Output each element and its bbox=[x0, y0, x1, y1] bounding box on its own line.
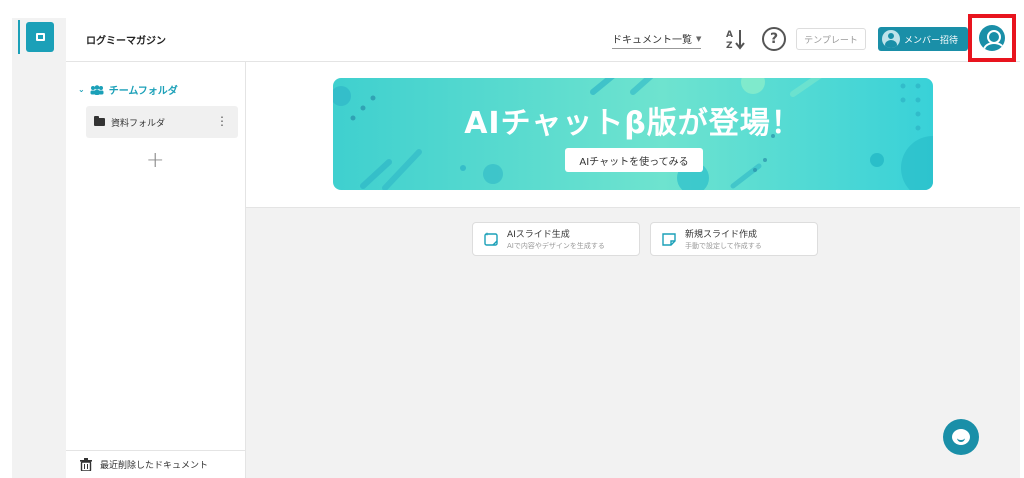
new-slide-title: 新規スライド作成 bbox=[685, 230, 758, 240]
ai-slide-icon bbox=[484, 232, 498, 246]
top-bar: ログミーマガジン ドキュメント一覧 ▼ A Z ? テンプレート メンバー招待 bbox=[66, 14, 1020, 62]
help-icon[interactable]: ? bbox=[762, 27, 786, 51]
member-icon bbox=[882, 30, 900, 48]
new-slide-icon bbox=[662, 233, 676, 246]
trash-link[interactable]: 最近削除したドキュメント bbox=[66, 450, 245, 478]
svg-text:Z: Z bbox=[726, 41, 733, 51]
trash-icon bbox=[80, 458, 92, 471]
chat-icon bbox=[952, 429, 970, 445]
invite-member-label: メンバー招待 bbox=[904, 35, 959, 46]
document-view-label: ドキュメント一覧 bbox=[612, 35, 692, 46]
left-rail bbox=[12, 18, 66, 478]
trash-label: 最近削除したドキュメント bbox=[100, 461, 209, 471]
banner-title: AIチャットβ版が登場！ bbox=[464, 106, 802, 141]
workspace-icon bbox=[35, 33, 45, 41]
ai-slide-subtitle: AIで内容やデザインを生成する bbox=[507, 242, 605, 250]
ai-slide-title: AIスライド生成 bbox=[507, 230, 570, 240]
try-ai-chat-button[interactable]: AIチャットを使ってみる bbox=[565, 148, 703, 172]
banner-area: AIチャットβ版が登場！ AIチャットを使ってみる bbox=[246, 62, 1020, 208]
workspace-logo-button[interactable] bbox=[26, 22, 54, 52]
chevron-down-icon: ⌄ bbox=[78, 85, 85, 94]
more-options-icon[interactable]: ⋮ bbox=[216, 115, 228, 127]
team-folder-label: チームフォルダ bbox=[108, 86, 178, 97]
sidebar: ⌄ チームフォルダ 資料フォルダ ⋮ + 最近削除したドキュメント bbox=[66, 62, 246, 478]
account-highlight bbox=[968, 14, 1016, 62]
svg-text:A: A bbox=[726, 30, 733, 40]
main-content: AIチャットβ版が登場！ AIチャットを使ってみる AIスライド生成 AIで内容… bbox=[246, 62, 1020, 478]
template-button[interactable]: テンプレート bbox=[796, 28, 866, 50]
caret-down-icon: ▼ bbox=[696, 34, 702, 43]
invite-member-button[interactable]: メンバー招待 bbox=[878, 27, 968, 51]
sidebar-item-folder[interactable]: 資料フォルダ ⋮ bbox=[86, 106, 238, 138]
account-avatar-icon[interactable] bbox=[979, 25, 1005, 51]
add-folder-button[interactable]: + bbox=[146, 148, 164, 173]
workspace-title: ログミーマガジン bbox=[86, 36, 166, 47]
team-icon bbox=[90, 84, 104, 95]
document-view-select[interactable]: ドキュメント一覧 ▼ bbox=[612, 31, 702, 49]
chat-support-button[interactable] bbox=[943, 419, 979, 455]
sort-az-icon[interactable]: A Z bbox=[724, 27, 746, 51]
rail-indicator bbox=[18, 20, 20, 54]
ai-slide-generate-card[interactable]: AIスライド生成 AIで内容やデザインを生成する bbox=[472, 222, 640, 256]
new-slide-subtitle: 手動で設定して作成する bbox=[685, 242, 762, 250]
app-frame: ログミーマガジン ドキュメント一覧 ▼ A Z ? テンプレート メンバー招待 … bbox=[12, 14, 1020, 478]
new-slide-card[interactable]: 新規スライド作成 手動で設定して作成する bbox=[650, 222, 818, 256]
folder-label: 資料フォルダ bbox=[111, 118, 166, 129]
team-folder-toggle[interactable]: ⌄ チームフォルダ bbox=[78, 82, 178, 97]
folder-icon bbox=[94, 116, 105, 126]
ai-chat-banner[interactable]: AIチャットβ版が登場！ AIチャットを使ってみる bbox=[333, 78, 933, 190]
